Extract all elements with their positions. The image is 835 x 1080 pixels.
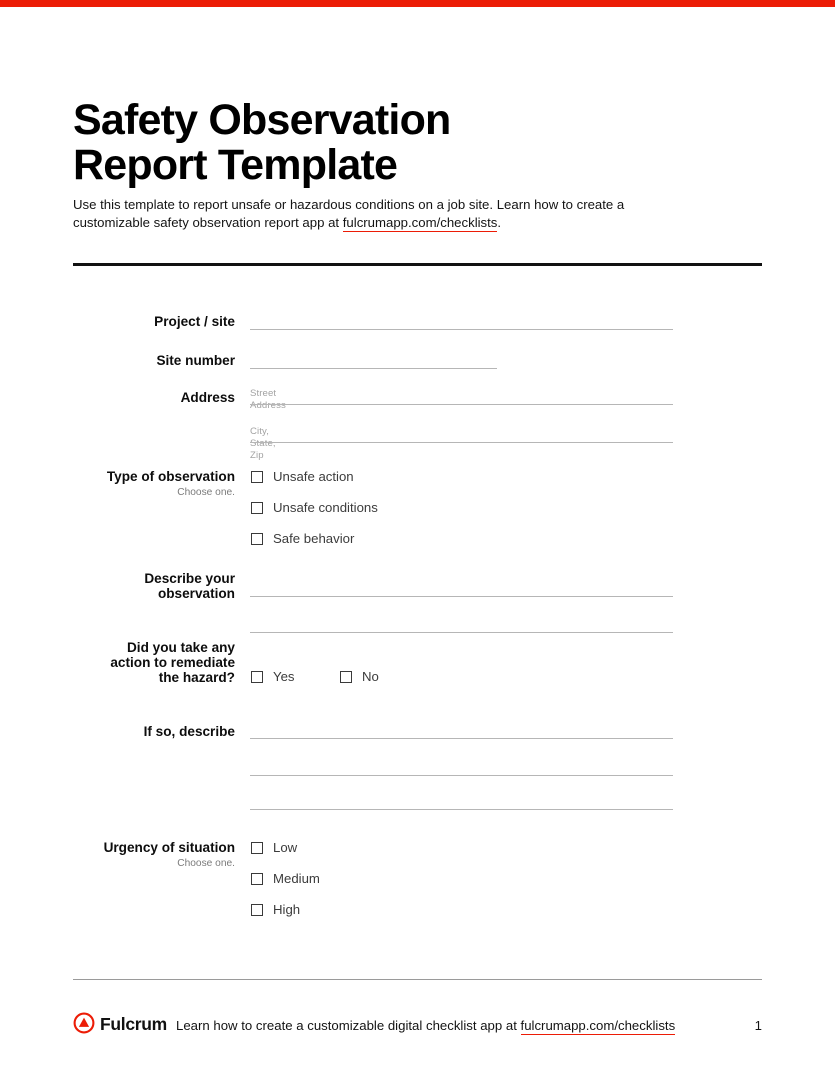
input-line-if-so-describe-3[interactable] — [250, 809, 673, 810]
checkbox-remediate-yes[interactable] — [251, 670, 263, 683]
fulcrum-logo-icon — [73, 1012, 95, 1034]
checkbox-row-remediate-no[interactable]: No — [340, 669, 379, 684]
checkbox-remediate-no[interactable] — [340, 670, 352, 683]
intro-link[interactable]: fulcrumapp.com/checklists — [342, 215, 498, 233]
checkbox-row-urgency-low[interactable]: Low — [251, 840, 297, 855]
top-accent-bar — [0, 0, 835, 7]
footer-text-before: Learn how to create a customizable digit… — [176, 1018, 521, 1033]
checkbox-row-safe-behavior[interactable]: Safe behavior — [251, 531, 354, 546]
checkbox-label-urgency-medium: Medium — [273, 871, 320, 886]
checkbox-safe-behavior[interactable] — [251, 532, 263, 545]
footer-divider — [73, 979, 762, 980]
checkbox-label-remediate-yes: Yes — [273, 669, 295, 684]
label-type-of-observation: Type of observation — [106, 469, 235, 484]
input-line-describe-observation-2[interactable] — [250, 632, 673, 633]
intro-paragraph: Use this template to report unsafe or ha… — [73, 196, 645, 233]
document-page: Safety Observation Report Template Use t… — [0, 7, 835, 1080]
checkbox-urgency-medium[interactable] — [251, 872, 263, 885]
input-line-city-state-zip[interactable] — [250, 442, 673, 443]
input-line-project-site[interactable] — [250, 329, 673, 330]
checkbox-label-remediate-no: No — [362, 669, 379, 684]
checkbox-unsafe-action[interactable] — [251, 470, 263, 483]
label-describe-observation-line-2: observation — [157, 586, 235, 601]
header-divider — [73, 263, 762, 266]
page-number: 1 — [754, 1018, 762, 1033]
checkbox-label-urgency-low: Low — [273, 840, 298, 855]
label-urgency: Urgency of situation — [103, 840, 235, 855]
input-line-if-so-describe-1[interactable] — [250, 738, 673, 739]
page-footer: Fulcrum Learn how to create a customizab… — [73, 1009, 762, 1041]
sublabel-type-of-observation: Choose one. — [177, 487, 235, 498]
page-title-line-1: Safety Observation — [73, 95, 451, 144]
sublabel-urgency: Choose one. — [177, 858, 235, 869]
input-line-street-address[interactable] — [250, 404, 673, 405]
input-line-site-number[interactable] — [250, 368, 497, 369]
placeholder-street-address: Street Address — [250, 388, 286, 411]
placeholder-city-state-zip: City, State, Zip — [250, 426, 276, 461]
intro-text-after: . — [497, 215, 502, 231]
checkbox-urgency-high[interactable] — [251, 903, 263, 916]
checkbox-label-urgency-high: High — [273, 902, 301, 917]
label-remediate-hazard-line-3: the hazard? — [158, 670, 235, 685]
checkbox-row-urgency-medium[interactable]: Medium — [251, 871, 320, 886]
label-project-site: Project / site — [154, 314, 235, 329]
checkbox-row-unsafe-conditions[interactable]: Unsafe conditions — [251, 500, 378, 515]
label-address: Address — [180, 390, 235, 405]
page-title-line-2: Report Template — [73, 140, 398, 189]
checkbox-row-remediate-yes[interactable]: Yes — [251, 669, 295, 684]
checkbox-label-unsafe-action: Unsafe action — [273, 469, 354, 484]
input-line-describe-observation-1[interactable] — [250, 596, 673, 597]
input-line-if-so-describe-2[interactable] — [250, 775, 673, 776]
checkbox-row-unsafe-action[interactable]: Unsafe action — [251, 469, 354, 484]
page-title: Safety Observation Report Template — [73, 95, 673, 189]
fulcrum-wordmark: Fulcrum — [100, 1014, 167, 1034]
label-site-number: Site number — [156, 353, 235, 368]
footer-link[interactable]: fulcrumapp.com/checklists — [520, 1018, 676, 1035]
checkbox-label-safe-behavior: Safe behavior — [273, 531, 355, 546]
checkbox-label-unsafe-conditions: Unsafe conditions — [273, 500, 378, 515]
checkbox-unsafe-conditions[interactable] — [251, 501, 263, 514]
footer-text: Learn how to create a customizable digit… — [176, 1017, 676, 1035]
checkbox-urgency-low[interactable] — [251, 841, 263, 854]
checkbox-row-urgency-high[interactable]: High — [251, 902, 300, 917]
label-if-so-describe: If so, describe — [143, 724, 235, 739]
